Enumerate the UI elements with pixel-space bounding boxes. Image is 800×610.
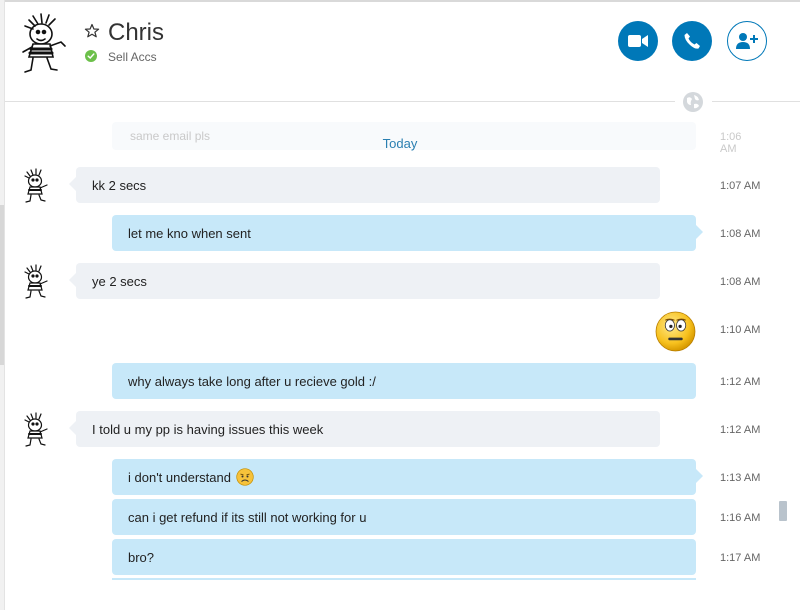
add-people-button[interactable] [727,21,767,61]
day-separator: Today [382,136,418,151]
message-bubble-outgoing[interactable]: why always take long after u recieve gol… [112,363,696,399]
message-text: I told u my pp is having issues this wee… [92,421,324,437]
message-bubble-outgoing[interactable]: bro? [112,539,696,575]
phone-icon [684,33,700,49]
add-person-icon [736,33,758,49]
message-text: ye 2 secs [92,273,147,289]
message-time: 1:17 AM [720,552,761,564]
message-bubble-incoming[interactable]: kk 2 secs [69,167,660,203]
sidebar-edge-mark [0,205,4,365]
favorite-star-icon[interactable] [84,23,100,39]
message-time: 1:12 AM [720,424,761,436]
voice-call-button[interactable] [672,21,712,61]
message-time: 1:16 AM [720,512,761,524]
contact-avatar[interactable] [15,12,73,76]
message-text: why always take long after u recieve gol… [128,373,376,389]
presence-online-icon [85,50,97,62]
sender-avatar[interactable] [20,412,52,448]
message-time: 1:13 AM [720,472,761,484]
video-icon [628,35,648,47]
message-time: 1:08 AM [720,228,761,240]
message-time: 1:12 AM [720,376,761,388]
message-bubble-outgoing[interactable]: i don't understand [112,459,703,495]
message-bubble-incoming[interactable]: I told u my pp is having issues this wee… [69,411,660,447]
message-text: i don't understand [128,469,231,485]
conversation-header: Chris Sell Accs [5,2,800,102]
header-divider-right [712,101,800,102]
sender-avatar[interactable] [20,264,52,300]
contact-name[interactable]: Chris [108,19,164,47]
sender-avatar[interactable] [20,168,52,204]
confused-face-icon[interactable] [655,311,696,352]
next-message-edge [112,578,696,580]
video-call-button[interactable] [618,21,658,61]
message-bubble-outgoing[interactable]: can i get refund if its still not workin… [112,499,696,535]
message-text: can i get refund if its still not workin… [128,509,367,525]
message-text: let me kno when sent [128,225,251,241]
message-time: 1:07 AM [720,180,761,192]
worried-face-icon [236,468,254,486]
message-time: 1:10 AM [720,324,761,336]
header-divider [5,101,675,102]
globe-icon[interactable] [681,90,705,114]
message-bubble-incoming[interactable]: ye 2 secs [69,263,660,299]
message-bubble-outgoing[interactable]: let me kno when sent [112,215,703,251]
message-text: bro? [128,549,155,565]
message-text: kk 2 secs [92,177,147,193]
mood-message: Sell Accs [108,50,157,64]
message-time: 1:08 AM [720,276,761,288]
scrollbar-thumb[interactable] [779,501,787,521]
